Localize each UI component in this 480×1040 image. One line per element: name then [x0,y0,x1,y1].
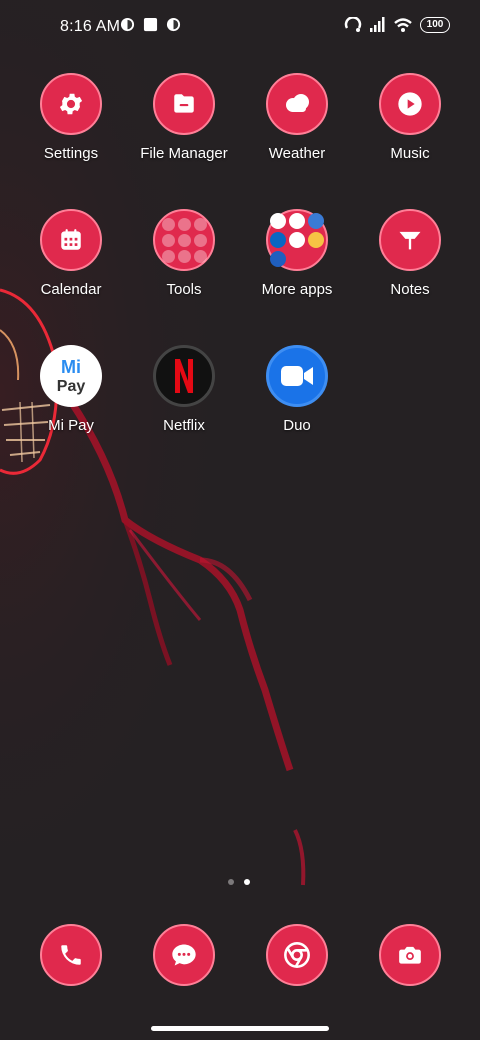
page-dot[interactable] [228,879,234,885]
app-icon-bg: Mi Pay [40,345,102,407]
cloud-icon [286,94,309,112]
status-bar: 8:16 AM 100 [0,0,480,56]
app-label: Notes [390,281,430,298]
play-icon [398,92,422,116]
dock-messages[interactable] [153,924,215,986]
battery-level: 100 [426,19,444,30]
dock-phone[interactable] [40,924,102,986]
home-gesture-bar[interactable] [151,1026,329,1031]
app-netflix[interactable]: Netflix [128,345,240,434]
app-icon-bg [40,73,102,135]
wifi-icon [394,18,412,32]
app-file-manager[interactable]: File Manager [128,73,240,162]
app-notes[interactable]: Notes [354,209,466,298]
calendar-icon [61,229,81,250]
app-mi-pay[interactable]: Mi Pay Mi Pay [15,345,127,434]
battery-icon: 100 [420,17,450,33]
dock-chrome[interactable] [266,924,328,986]
app-icon-bg [40,209,102,271]
svg-text:Pay: Pay [57,378,86,395]
app-label: Netflix [163,417,205,434]
mi-pay-icon: Mi Pay [57,357,86,395]
folder-icon-bg [153,209,215,271]
hotspot-icon [344,17,362,32]
status-time: 8:16 AM [60,18,121,35]
gear-icon [59,93,83,115]
folder-icon-bg [266,209,328,271]
app-label: Weather [268,145,326,162]
app-label: File Manager [140,145,228,162]
folder-grid-icon [270,213,324,267]
video-camera-icon [281,366,313,386]
folder-grid-icon [161,217,207,263]
app-icon-bg [379,209,441,271]
notification-icon [120,17,135,32]
app-duo[interactable]: Duo [241,345,353,434]
camera-icon [399,946,421,964]
app-settings[interactable]: Settings [15,73,127,162]
notes-icon [399,231,421,250]
chrome-icon [284,942,310,968]
app-label: Mi Pay [48,417,94,434]
signal-icon [370,17,385,32]
app-label: Settings [43,145,99,162]
app-label: More apps [261,281,333,298]
folder-icon [174,94,194,113]
app-icon-bg [266,345,328,407]
square-notification-icon [143,17,158,32]
app-label: Calendar [40,281,102,298]
app-icon-bg [153,345,215,407]
app-weather[interactable]: Weather [241,73,353,162]
page-indicator [228,879,250,885]
folder-tools[interactable]: Tools [128,209,240,298]
app-music[interactable]: Music [354,73,466,162]
app-label: Music [390,145,430,162]
app-icon-bg [266,73,328,135]
notification-icon [166,17,181,32]
page-dot-active[interactable] [244,879,250,885]
app-label: Duo [283,417,311,434]
app-label: Tools [166,281,202,298]
folder-more-apps[interactable]: More apps [241,209,353,298]
netflix-icon [175,359,193,393]
dock-camera[interactable] [379,924,441,986]
phone-icon [61,945,81,965]
app-icon-bg [153,73,215,135]
messages-icon [172,944,196,966]
app-calendar[interactable]: Calendar [15,209,127,298]
app-icon-bg [379,73,441,135]
svg-text:Mi: Mi [61,357,81,377]
